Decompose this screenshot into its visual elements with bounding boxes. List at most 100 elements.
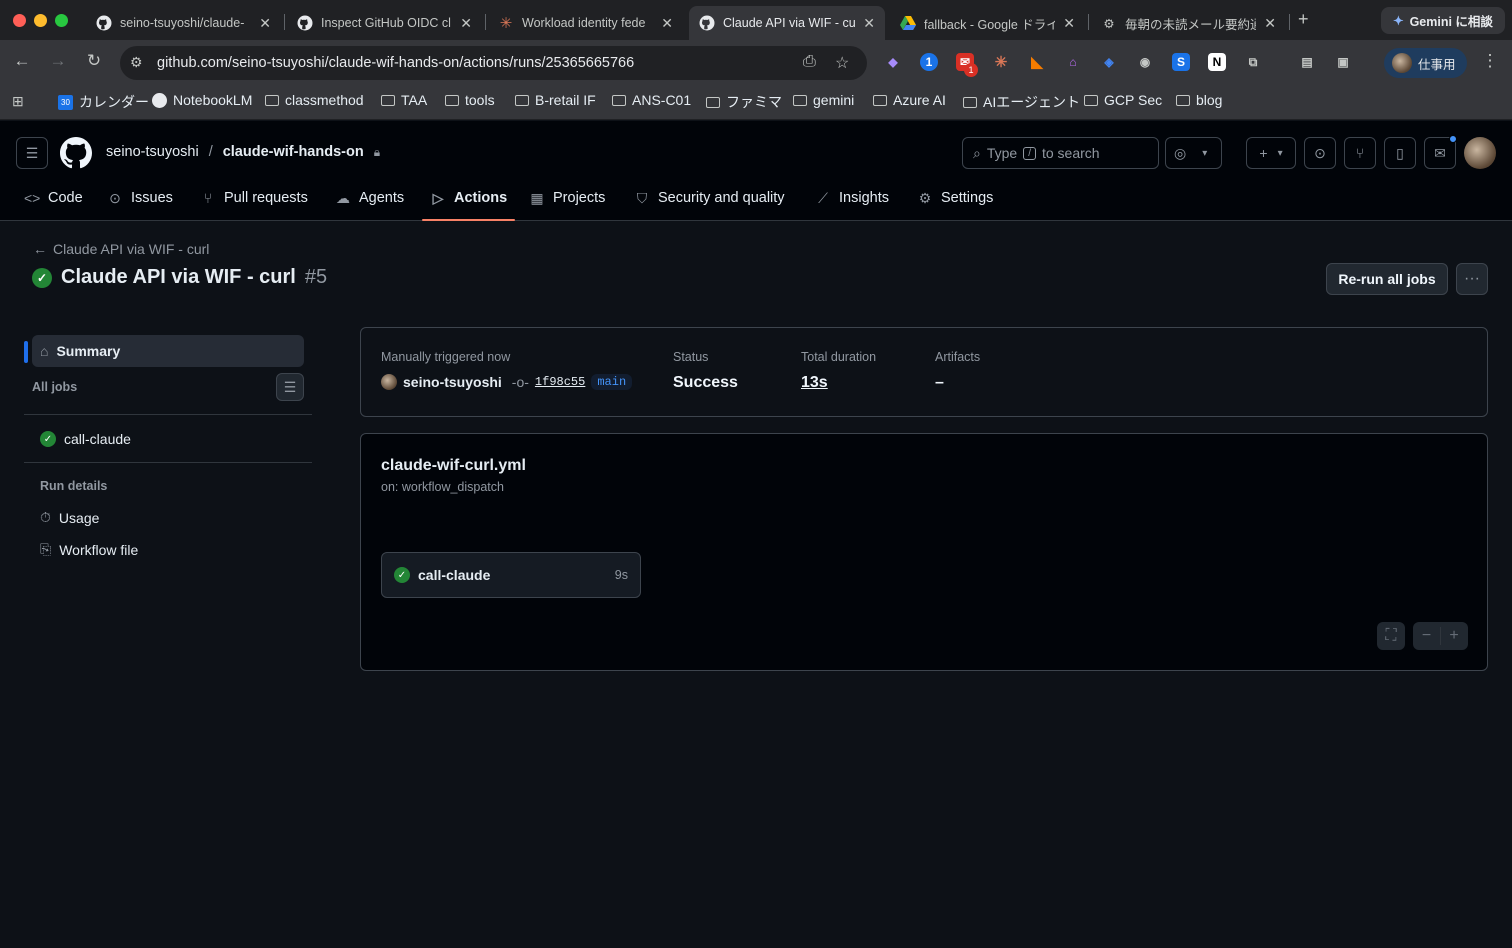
tab-actions[interactable]: ▷ Actions	[421, 176, 516, 221]
bookmark-folder[interactable]: classmethod	[265, 92, 364, 108]
tab-issues[interactable]: ⊙ Issues	[107, 176, 173, 220]
hamburger-menu-icon[interactable]: ☰	[16, 137, 48, 169]
bookmark-folder[interactable]: Azure AI	[873, 92, 946, 108]
minimize-window-button[interactable]	[34, 13, 47, 27]
new-tab-icon[interactable]: +	[1298, 9, 1309, 30]
browser-tab[interactable]: ⚙ 毎朝の未読メール要約通知 ✕	[1091, 6, 1286, 40]
search-input[interactable]: ⌕ Type / to search	[962, 137, 1159, 169]
claude-icon: ✳	[499, 15, 513, 32]
filter-icon[interactable]: ☰	[276, 373, 304, 401]
bookmark-folder[interactable]: tools	[445, 92, 495, 108]
profile-label: 仕事用	[1418, 57, 1456, 72]
site-info-icon[interactable]: ⚙	[130, 54, 143, 71]
extension-icon[interactable]: ◈	[1100, 53, 1118, 71]
duration-value[interactable]: 13s	[801, 374, 828, 392]
onepassword-icon[interactable]: 1	[920, 53, 938, 71]
browser-tab[interactable]: ✳ Workload identity fede ✕	[488, 6, 683, 40]
extension-s-icon[interactable]: S	[1172, 53, 1190, 71]
bookmark-item[interactable]: 30 カレンダー	[58, 92, 149, 112]
tab-insights[interactable]: ⟋ Insights	[815, 176, 889, 220]
install-app-icon[interactable]: ⎙	[803, 53, 816, 71]
close-tab-icon[interactable]: ✕	[661, 15, 673, 32]
reload-icon[interactable]: ↻	[82, 51, 106, 71]
bookmark-folder[interactable]: AIエージェント	[963, 92, 1080, 112]
zoom-out-icon[interactable]: −	[1414, 627, 1441, 645]
notion-icon[interactable]: N	[1208, 53, 1226, 71]
camera-icon[interactable]: ◉	[1136, 53, 1154, 71]
fullscreen-icon[interactable]: ⛶	[1377, 622, 1405, 650]
close-tab-icon[interactable]: ✕	[259, 15, 271, 32]
tab-settings[interactable]: ⚙ Settings	[917, 176, 994, 220]
back-to-workflow-link[interactable]: ← Claude API via WIF - curl	[33, 241, 209, 257]
create-new-button[interactable]: + ▾	[1246, 137, 1296, 169]
extension-icon[interactable]: ⌂	[1064, 53, 1082, 71]
tab-label: Settings	[941, 190, 994, 206]
zoom-in-icon[interactable]: +	[1441, 627, 1468, 645]
claude-extension-icon[interactable]: ✳	[992, 53, 1010, 71]
job-duration: 9s	[614, 568, 628, 582]
bookmark-folder[interactable]: B-retail IF	[515, 92, 596, 108]
repositories-icon[interactable]: ▯	[1384, 137, 1416, 169]
tab-agents[interactable]: ☁ Agents	[335, 176, 404, 220]
success-check-icon: ✓	[32, 267, 52, 288]
apps-grid-icon[interactable]: ⊞	[12, 93, 24, 110]
github-logo-icon[interactable]	[60, 137, 92, 172]
bookmark-folder[interactable]: ファミマ	[706, 92, 782, 112]
user-avatar[interactable]	[1464, 137, 1496, 169]
browser-tab[interactable]: seino-tsuyoshi/claude- ✕	[86, 6, 281, 40]
sidebar-item-usage[interactable]: ⏱︎ Usage	[40, 509, 99, 526]
bookmark-star-icon[interactable]: ☆	[835, 53, 849, 73]
copilot-button[interactable]: ◎ ▾	[1165, 137, 1222, 169]
rss-icon[interactable]: ◣	[1028, 53, 1046, 71]
branch-label[interactable]: main	[591, 374, 633, 390]
side-panel-icon[interactable]: ▣	[1334, 53, 1352, 71]
extension-icon[interactable]: ◆	[884, 53, 902, 71]
bookmark-folder[interactable]: ANS-C01	[612, 92, 691, 108]
tab-projects[interactable]: ▦ Projects	[529, 176, 605, 220]
sidebar-item-summary[interactable]: ⌂ Summary	[32, 335, 304, 367]
sidebar-item-workflow-file[interactable]: ⎘ Workflow file	[40, 541, 138, 558]
repo-name-link[interactable]: claude-wif-hands-on	[223, 144, 364, 160]
chrome-menu-icon[interactable]: ⋮	[1478, 51, 1502, 71]
bookmark-folder[interactable]: gemini	[793, 92, 854, 108]
bookmark-label: AIエージェント	[983, 94, 1080, 110]
profile-button[interactable]: 仕事用	[1384, 48, 1467, 78]
bookmark-label: tools	[465, 92, 495, 108]
extensions-puzzle-icon[interactable]: ⧉	[1244, 53, 1262, 71]
browser-tab[interactable]: Inspect GitHub OIDC cl ✕	[287, 6, 482, 40]
repo-owner-link[interactable]: seino-tsuyoshi	[106, 144, 199, 160]
browser-tab-active[interactable]: Claude API via WIF - cu ✕	[689, 6, 885, 40]
close-tab-icon[interactable]: ✕	[1063, 15, 1075, 32]
commit-link[interactable]: 1f98c55	[535, 375, 585, 389]
job-card-call-claude[interactable]: ✓ call-claude 9s	[381, 552, 641, 598]
reading-list-icon[interactable]: ▤	[1298, 53, 1316, 71]
browser-tab[interactable]: fallback - Google ドライ ✕	[890, 6, 1085, 40]
gemini-button[interactable]: ✦ Gemini に相談	[1381, 7, 1505, 34]
page-title: ✓ Claude API via WIF - curl #5	[32, 266, 327, 289]
actor-link[interactable]: seino-tsuyoshi	[403, 374, 502, 390]
bookmark-folder[interactable]: blog	[1176, 92, 1222, 108]
bookmark-folder[interactable]: GCP Sec	[1084, 92, 1162, 108]
bookmark-label: classmethod	[285, 92, 364, 108]
tab-code[interactable]: <> Code	[24, 176, 83, 220]
more-options-icon[interactable]: ···	[1456, 263, 1488, 295]
sidebar-job-call-claude[interactable]: ✓ call-claude	[40, 431, 131, 447]
issues-icon[interactable]: ⊙	[1304, 137, 1336, 169]
close-tab-icon[interactable]: ✕	[460, 15, 472, 32]
bookmark-item[interactable]: NotebookLM	[152, 92, 252, 108]
pull-requests-icon[interactable]: ⑂	[1344, 137, 1376, 169]
forward-icon[interactable]: →	[46, 51, 70, 71]
issue-icon: ⊙	[109, 189, 121, 206]
close-tab-icon[interactable]: ✕	[863, 15, 875, 32]
tab-pull-requests[interactable]: ⑂ Pull requests	[200, 176, 308, 220]
bookmark-folder[interactable]: TAA	[381, 92, 427, 108]
zoom-window-button[interactable]	[55, 13, 68, 27]
back-icon[interactable]: ←	[10, 51, 34, 71]
sidebar-item-label: Usage	[58, 509, 100, 526]
rerun-all-jobs-button[interactable]: Re-run all jobs	[1326, 263, 1448, 295]
close-tab-icon[interactable]: ✕	[1264, 15, 1276, 32]
address-bar[interactable]: ⚙ github.com/seino-tsuyoshi/claude-wif-h…	[120, 46, 867, 80]
tab-security[interactable]: ⛉ Security and quality	[634, 176, 785, 220]
run-number: #5	[304, 266, 328, 288]
close-window-button[interactable]	[13, 13, 26, 27]
